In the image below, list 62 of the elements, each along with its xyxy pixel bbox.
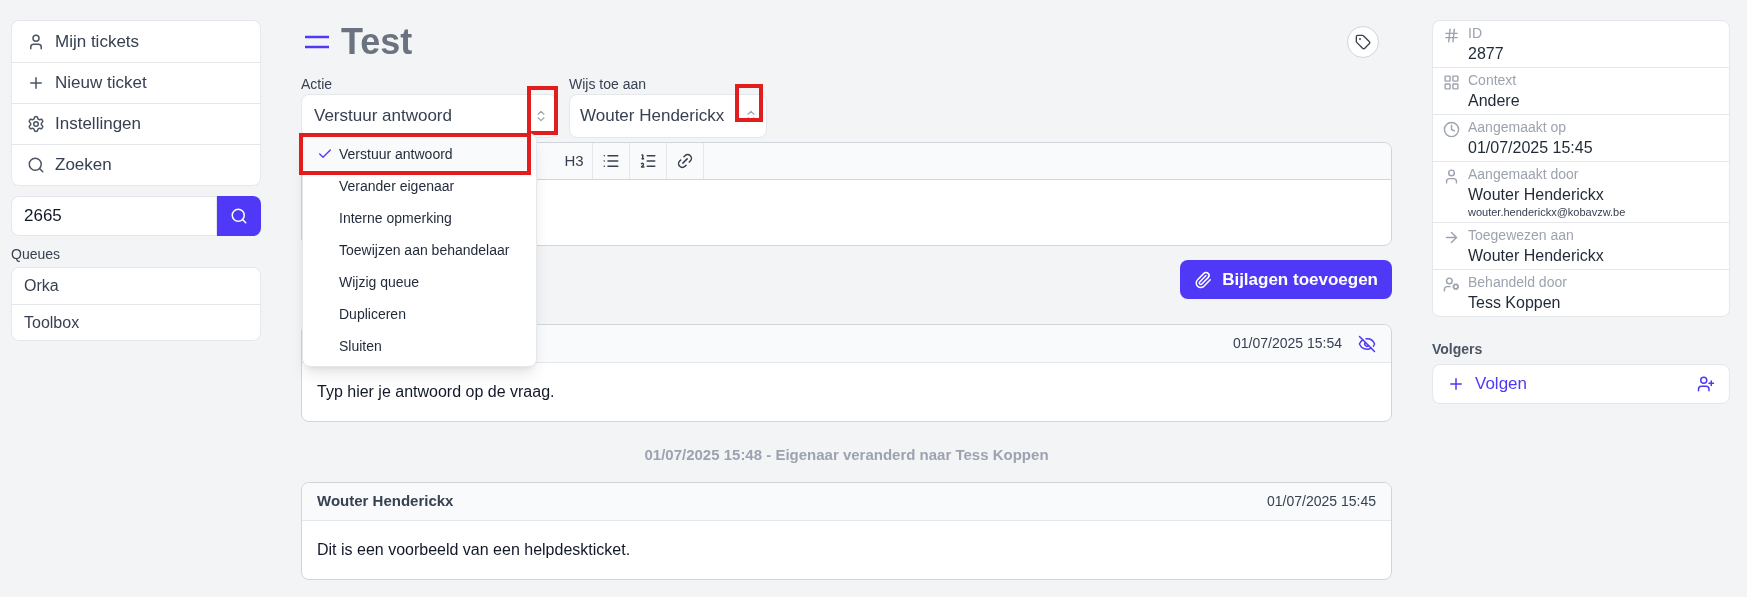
queue-link[interactable]: Orka (12, 268, 260, 304)
dropdown-option[interactable]: Toewijzen aan behandelaar (303, 234, 536, 266)
detail-label: Aangemaakt door (1468, 165, 1580, 184)
hash-icon (1443, 27, 1460, 44)
ticket-title: Test (341, 24, 413, 60)
numbered-list-icon (639, 152, 657, 170)
user-icon (27, 32, 45, 51)
tag-button[interactable] (1347, 26, 1379, 58)
queue-link[interactable]: Toolbox (12, 304, 260, 340)
dropdown-option[interactable]: Wijzig queue (303, 266, 536, 298)
detail-value: 01/07/2025 15:45 (1468, 138, 1593, 158)
search-icon (27, 156, 45, 174)
dropdown-option[interactable]: Interne opmerking (303, 202, 536, 234)
event-line: 01/07/2025 15:48 - Eigenaar veranderd naar Tess Koppen (644, 444, 1049, 465)
bullet-list-icon (602, 152, 620, 170)
settings-icon (27, 115, 45, 133)
nav-link[interactable]: Nieuw ticket (12, 62, 260, 103)
paperclip-icon (1194, 270, 1213, 289)
queues-heading: Queues (11, 245, 62, 264)
detail-email: wouter.henderickx@kobavzw.be (1468, 205, 1626, 219)
detail-value: Wouter Henderickx (1468, 185, 1605, 205)
message-body: Typ hier je antwoord op de vraag. (317, 382, 555, 402)
dropdown-option[interactable]: Dupliceren (303, 298, 536, 330)
grid-icon (1443, 74, 1460, 91)
detail-label: Toegewezen aan (1468, 226, 1575, 245)
assign-select[interactable]: Wouter Henderickx (569, 94, 767, 138)
detail-label: Aangemaakt op (1468, 118, 1568, 137)
detail-value: 2877 (1468, 44, 1504, 64)
search-icon (230, 207, 248, 225)
field-label: Wijs toe aan (569, 75, 648, 94)
detail-value: Wouter Henderickx (1468, 246, 1604, 266)
attach-button[interactable]: Bijlagen toevoegen (1180, 260, 1392, 299)
followers-heading: Volgers (1432, 340, 1484, 359)
search-button[interactable] (217, 196, 261, 236)
detail-label: Context (1468, 71, 1518, 90)
nav-link[interactable]: Instellingen (12, 103, 260, 144)
dropdown-option[interactable]: Verander eigenaar (303, 170, 536, 202)
field-label: Actie (301, 75, 334, 94)
plus-icon (1447, 375, 1465, 393)
user-plus-icon[interactable] (1697, 375, 1715, 393)
clock-icon (1443, 121, 1460, 138)
ticket-search-field[interactable]: 2665 (11, 196, 217, 236)
user-icon (1443, 168, 1460, 185)
follow-button[interactable]: Volgen (1447, 371, 1527, 397)
nav-link[interactable]: Zoeken (12, 144, 260, 185)
message-body: Dit is een voorbeeld van een helpdeskticket. (317, 540, 631, 560)
dropdown-option[interactable]: Verstuur antwoord (303, 138, 536, 170)
toolbar-button[interactable]: H3 (556, 143, 593, 179)
tag-icon (1355, 34, 1371, 50)
detail-value: Tess Koppen (1468, 293, 1562, 313)
message-author: Wouter Henderickx (317, 491, 454, 512)
menu-icon (305, 35, 329, 49)
nav-link[interactable]: Mijn tickets (12, 21, 260, 62)
detail-value: Andere (1468, 91, 1520, 111)
detail-label: Behandeld door (1468, 273, 1567, 292)
user-gear-icon (1443, 276, 1460, 293)
message-time: 01/07/2025 15:45 (1267, 492, 1376, 511)
message-time: 01/07/2025 15:54 (1233, 334, 1342, 353)
arrow-icon (1443, 229, 1460, 246)
dropdown-option[interactable]: Sluiten (303, 330, 536, 362)
detail-label: ID (1468, 24, 1483, 43)
plus-icon (27, 74, 45, 92)
